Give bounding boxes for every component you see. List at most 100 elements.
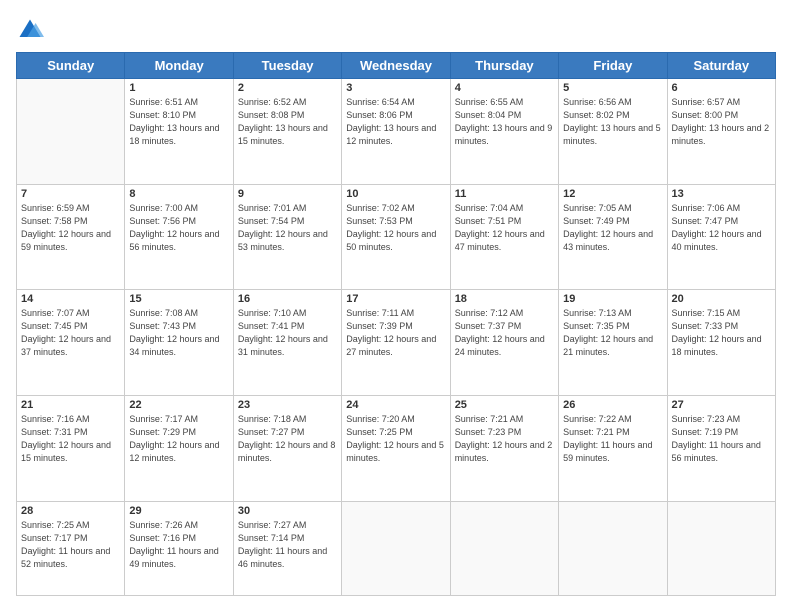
calendar-cell: 20 Sunrise: 7:15 AMSunset: 7:33 PMDaylig… bbox=[667, 290, 775, 396]
day-number: 22 bbox=[129, 399, 228, 411]
day-info: Sunrise: 7:11 AMSunset: 7:39 PMDaylight:… bbox=[346, 307, 445, 359]
day-info: Sunrise: 7:16 AMSunset: 7:31 PMDaylight:… bbox=[21, 413, 120, 465]
day-number: 2 bbox=[238, 82, 337, 94]
day-info: Sunrise: 7:25 AMSunset: 7:17 PMDaylight:… bbox=[21, 519, 120, 571]
day-info: Sunrise: 7:27 AMSunset: 7:14 PMDaylight:… bbox=[238, 519, 337, 571]
calendar-table: SundayMondayTuesdayWednesdayThursdayFrid… bbox=[16, 52, 776, 596]
calendar-cell: 13 Sunrise: 7:06 AMSunset: 7:47 PMDaylig… bbox=[667, 184, 775, 290]
calendar-cell: 25 Sunrise: 7:21 AMSunset: 7:23 PMDaylig… bbox=[450, 395, 558, 501]
day-number: 12 bbox=[563, 188, 662, 200]
logo-icon bbox=[16, 16, 44, 44]
day-number: 15 bbox=[129, 293, 228, 305]
calendar-cell: 18 Sunrise: 7:12 AMSunset: 7:37 PMDaylig… bbox=[450, 290, 558, 396]
calendar-cell: 19 Sunrise: 7:13 AMSunset: 7:35 PMDaylig… bbox=[559, 290, 667, 396]
logo bbox=[16, 16, 48, 44]
calendar-week-4: 28 Sunrise: 7:25 AMSunset: 7:17 PMDaylig… bbox=[17, 501, 776, 595]
day-number: 10 bbox=[346, 188, 445, 200]
day-number: 5 bbox=[563, 82, 662, 94]
calendar-cell bbox=[450, 501, 558, 595]
day-number: 23 bbox=[238, 399, 337, 411]
calendar-header-friday: Friday bbox=[559, 53, 667, 79]
day-info: Sunrise: 7:06 AMSunset: 7:47 PMDaylight:… bbox=[672, 202, 771, 254]
calendar-cell bbox=[667, 501, 775, 595]
calendar-cell: 8 Sunrise: 7:00 AMSunset: 7:56 PMDayligh… bbox=[125, 184, 233, 290]
calendar-cell: 5 Sunrise: 6:56 AMSunset: 8:02 PMDayligh… bbox=[559, 79, 667, 185]
calendar-header-wednesday: Wednesday bbox=[342, 53, 450, 79]
day-number: 28 bbox=[21, 505, 120, 517]
day-number: 11 bbox=[455, 188, 554, 200]
calendar-cell: 17 Sunrise: 7:11 AMSunset: 7:39 PMDaylig… bbox=[342, 290, 450, 396]
calendar-header-row: SundayMondayTuesdayWednesdayThursdayFrid… bbox=[17, 53, 776, 79]
calendar-cell: 15 Sunrise: 7:08 AMSunset: 7:43 PMDaylig… bbox=[125, 290, 233, 396]
calendar-cell: 6 Sunrise: 6:57 AMSunset: 8:00 PMDayligh… bbox=[667, 79, 775, 185]
day-info: Sunrise: 6:56 AMSunset: 8:02 PMDaylight:… bbox=[563, 96, 662, 148]
day-info: Sunrise: 7:26 AMSunset: 7:16 PMDaylight:… bbox=[129, 519, 228, 571]
calendar-cell: 1 Sunrise: 6:51 AMSunset: 8:10 PMDayligh… bbox=[125, 79, 233, 185]
calendar-header-tuesday: Tuesday bbox=[233, 53, 341, 79]
day-info: Sunrise: 7:07 AMSunset: 7:45 PMDaylight:… bbox=[21, 307, 120, 359]
calendar-cell: 10 Sunrise: 7:02 AMSunset: 7:53 PMDaylig… bbox=[342, 184, 450, 290]
day-number: 6 bbox=[672, 82, 771, 94]
day-number: 29 bbox=[129, 505, 228, 517]
day-number: 3 bbox=[346, 82, 445, 94]
day-number: 19 bbox=[563, 293, 662, 305]
calendar-cell: 27 Sunrise: 7:23 AMSunset: 7:19 PMDaylig… bbox=[667, 395, 775, 501]
calendar-cell: 28 Sunrise: 7:25 AMSunset: 7:17 PMDaylig… bbox=[17, 501, 125, 595]
day-number: 8 bbox=[129, 188, 228, 200]
day-info: Sunrise: 6:57 AMSunset: 8:00 PMDaylight:… bbox=[672, 96, 771, 148]
calendar-cell: 23 Sunrise: 7:18 AMSunset: 7:27 PMDaylig… bbox=[233, 395, 341, 501]
calendar-header-saturday: Saturday bbox=[667, 53, 775, 79]
day-number: 25 bbox=[455, 399, 554, 411]
day-number: 24 bbox=[346, 399, 445, 411]
calendar-cell: 11 Sunrise: 7:04 AMSunset: 7:51 PMDaylig… bbox=[450, 184, 558, 290]
day-info: Sunrise: 7:10 AMSunset: 7:41 PMDaylight:… bbox=[238, 307, 337, 359]
day-number: 21 bbox=[21, 399, 120, 411]
day-info: Sunrise: 7:01 AMSunset: 7:54 PMDaylight:… bbox=[238, 202, 337, 254]
calendar-cell bbox=[559, 501, 667, 595]
day-info: Sunrise: 7:18 AMSunset: 7:27 PMDaylight:… bbox=[238, 413, 337, 465]
day-info: Sunrise: 6:55 AMSunset: 8:04 PMDaylight:… bbox=[455, 96, 554, 148]
day-number: 27 bbox=[672, 399, 771, 411]
page: SundayMondayTuesdayWednesdayThursdayFrid… bbox=[0, 0, 792, 612]
calendar-cell: 24 Sunrise: 7:20 AMSunset: 7:25 PMDaylig… bbox=[342, 395, 450, 501]
calendar-cell bbox=[342, 501, 450, 595]
calendar-cell: 9 Sunrise: 7:01 AMSunset: 7:54 PMDayligh… bbox=[233, 184, 341, 290]
calendar-header-thursday: Thursday bbox=[450, 53, 558, 79]
calendar-header-monday: Monday bbox=[125, 53, 233, 79]
day-info: Sunrise: 7:02 AMSunset: 7:53 PMDaylight:… bbox=[346, 202, 445, 254]
day-info: Sunrise: 6:54 AMSunset: 8:06 PMDaylight:… bbox=[346, 96, 445, 148]
calendar-cell: 14 Sunrise: 7:07 AMSunset: 7:45 PMDaylig… bbox=[17, 290, 125, 396]
day-number: 17 bbox=[346, 293, 445, 305]
day-info: Sunrise: 7:15 AMSunset: 7:33 PMDaylight:… bbox=[672, 307, 771, 359]
day-info: Sunrise: 6:52 AMSunset: 8:08 PMDaylight:… bbox=[238, 96, 337, 148]
day-number: 16 bbox=[238, 293, 337, 305]
calendar-cell: 26 Sunrise: 7:22 AMSunset: 7:21 PMDaylig… bbox=[559, 395, 667, 501]
day-info: Sunrise: 7:04 AMSunset: 7:51 PMDaylight:… bbox=[455, 202, 554, 254]
day-info: Sunrise: 6:51 AMSunset: 8:10 PMDaylight:… bbox=[129, 96, 228, 148]
calendar-week-2: 14 Sunrise: 7:07 AMSunset: 7:45 PMDaylig… bbox=[17, 290, 776, 396]
day-info: Sunrise: 7:05 AMSunset: 7:49 PMDaylight:… bbox=[563, 202, 662, 254]
day-info: Sunrise: 7:22 AMSunset: 7:21 PMDaylight:… bbox=[563, 413, 662, 465]
calendar-cell: 3 Sunrise: 6:54 AMSunset: 8:06 PMDayligh… bbox=[342, 79, 450, 185]
calendar-cell: 12 Sunrise: 7:05 AMSunset: 7:49 PMDaylig… bbox=[559, 184, 667, 290]
calendar-cell: 29 Sunrise: 7:26 AMSunset: 7:16 PMDaylig… bbox=[125, 501, 233, 595]
day-info: Sunrise: 7:12 AMSunset: 7:37 PMDaylight:… bbox=[455, 307, 554, 359]
day-number: 20 bbox=[672, 293, 771, 305]
calendar-cell: 22 Sunrise: 7:17 AMSunset: 7:29 PMDaylig… bbox=[125, 395, 233, 501]
day-number: 7 bbox=[21, 188, 120, 200]
calendar-week-3: 21 Sunrise: 7:16 AMSunset: 7:31 PMDaylig… bbox=[17, 395, 776, 501]
calendar-cell: 4 Sunrise: 6:55 AMSunset: 8:04 PMDayligh… bbox=[450, 79, 558, 185]
day-number: 30 bbox=[238, 505, 337, 517]
day-number: 9 bbox=[238, 188, 337, 200]
day-number: 14 bbox=[21, 293, 120, 305]
calendar-cell: 30 Sunrise: 7:27 AMSunset: 7:14 PMDaylig… bbox=[233, 501, 341, 595]
day-info: Sunrise: 7:00 AMSunset: 7:56 PMDaylight:… bbox=[129, 202, 228, 254]
calendar-cell: 2 Sunrise: 6:52 AMSunset: 8:08 PMDayligh… bbox=[233, 79, 341, 185]
day-info: Sunrise: 7:13 AMSunset: 7:35 PMDaylight:… bbox=[563, 307, 662, 359]
calendar-cell: 16 Sunrise: 7:10 AMSunset: 7:41 PMDaylig… bbox=[233, 290, 341, 396]
calendar-cell bbox=[17, 79, 125, 185]
day-number: 13 bbox=[672, 188, 771, 200]
calendar-cell: 21 Sunrise: 7:16 AMSunset: 7:31 PMDaylig… bbox=[17, 395, 125, 501]
day-number: 1 bbox=[129, 82, 228, 94]
day-info: Sunrise: 7:21 AMSunset: 7:23 PMDaylight:… bbox=[455, 413, 554, 465]
